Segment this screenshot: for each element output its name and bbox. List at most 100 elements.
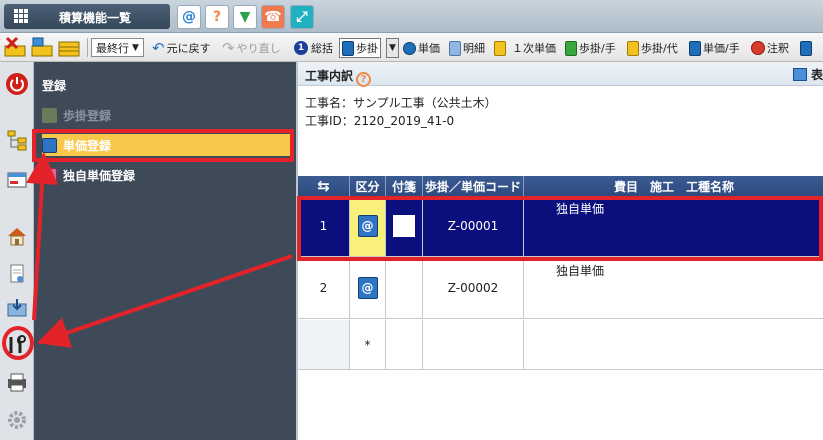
move-column-header[interactable]: ⇆ <box>298 176 350 196</box>
power-icon[interactable] <box>5 72 29 96</box>
item-name: 独自単価 <box>556 264 605 278</box>
summary-button[interactable]: 1 総括 <box>294 38 333 58</box>
bukake-te-icon <box>565 40 577 56</box>
delete-row-icon[interactable] <box>3 36 27 58</box>
table-row-new[interactable]: * <box>298 320 823 370</box>
fusen-column-header: 付箋 <box>386 176 423 196</box>
meisai-label: 明細 <box>463 42 485 55</box>
support-icon[interactable]: ☎ <box>261 5 285 29</box>
kubun-cell: @ <box>350 258 386 318</box>
book-icon <box>342 40 354 56</box>
redo-label: やり直し <box>236 42 281 55</box>
help-icon[interactable]: ? <box>356 72 372 87</box>
highlight-tool-icon <box>2 326 34 360</box>
row-number: 2 <box>298 258 350 318</box>
resize-icon[interactable]: ⤢ <box>290 5 314 29</box>
bukake-label: 歩掛 <box>356 42 378 55</box>
table-view-icon <box>792 68 807 81</box>
at-icon[interactable]: @ <box>177 5 201 29</box>
main-header: 工事内訳? 表 <box>298 62 823 87</box>
highlight-selected-row <box>297 196 823 261</box>
code-cell: Z-00002 <box>423 258 524 318</box>
ichiji-tanka-icon <box>494 40 506 56</box>
folder-download-icon[interactable] <box>5 296 29 320</box>
nav-panel: 登録 歩掛登録 単価登録 独自単価登録 <box>34 62 296 440</box>
bukake-register-icon <box>42 107 57 123</box>
more-tool-icon <box>800 40 812 56</box>
chevron-down-icon: ▼ <box>132 42 139 53</box>
document-icon[interactable] <box>5 262 29 286</box>
code-column-header: 歩掛／単価コード <box>423 176 524 196</box>
table-row[interactable]: 2 @ Z-00002 独自単価 <box>298 258 823 319</box>
tree-icon[interactable] <box>5 128 29 152</box>
tanka-label: 単価 <box>418 42 440 55</box>
new-row-marker: * <box>350 320 386 369</box>
nav-title: 登録 <box>42 79 67 93</box>
tanka-te-icon <box>689 40 701 56</box>
name-cell <box>524 320 823 369</box>
tanka-icon: @ <box>357 277 378 299</box>
name-column-header: 費目 施工 工種名称 <box>524 176 823 196</box>
function-menu-label: 積算機能一覧 <box>59 11 132 25</box>
meisai-button[interactable]: 明細 <box>449 38 485 58</box>
last-row-select-value: 最終行 <box>96 41 129 55</box>
undo-icon: ↶ <box>152 39 165 57</box>
bukake-te-label: 歩掛/手 <box>579 42 616 55</box>
grid-icon <box>14 9 28 23</box>
name-cell: 独自単価 <box>524 258 823 318</box>
toolbar: 最終行 ▼ ↶ 元に戻す ↷ やり直し 1 総括 歩掛 ▼ 単価 明細 １次単価… <box>0 33 823 62</box>
bukake-te-button[interactable]: 歩掛/手 <box>565 38 616 58</box>
undo-button[interactable]: ↶ 元に戻す <box>152 38 211 58</box>
print-icon[interactable] <box>5 370 29 394</box>
last-row-select[interactable]: 最終行 ▼ <box>91 38 144 57</box>
tanka-te-button[interactable]: 単価/手 <box>689 38 740 58</box>
tanka-icon <box>403 41 416 55</box>
window-icon[interactable] <box>5 168 29 192</box>
more-tool-button[interactable] <box>800 38 814 58</box>
toolbar-separator <box>87 38 88 57</box>
nav-item-bukake-register[interactable]: 歩掛登録 <box>42 104 290 126</box>
table-view-button[interactable]: 表 <box>792 66 823 83</box>
title-bar: 積算機能一覧 @ ? ▼ ☎ ⤢ <box>0 0 823 33</box>
meisai-icon <box>449 40 461 56</box>
icon-rail <box>0 62 34 440</box>
help-icon[interactable]: ? <box>205 5 229 29</box>
redo-icon: ↷ <box>222 39 235 57</box>
nav-item-label: 独自単価登録 <box>63 168 136 183</box>
gear-icon[interactable] <box>5 408 29 432</box>
code-cell <box>423 320 524 369</box>
summary-label: 総括 <box>311 42 333 55</box>
page-title-text: 工事内訳 <box>305 69 354 83</box>
highlight-tanka-register <box>32 129 294 162</box>
chuki-button[interactable]: 注釈 <box>751 38 789 58</box>
chuki-label: 注釈 <box>767 42 789 55</box>
tanka-button[interactable]: 単価 <box>403 38 440 58</box>
original-tanka-register-icon <box>42 167 57 183</box>
project-id: 工事ID：2120_2019_41-0 <box>305 114 455 128</box>
home-icon[interactable] <box>5 224 29 248</box>
fusen-cell[interactable] <box>386 258 423 318</box>
redo-button[interactable]: ↷ やり直し <box>222 38 281 58</box>
page-title: 工事内訳? <box>305 67 372 87</box>
row-number <box>298 320 350 369</box>
bukake-dai-label: 歩掛/代 <box>641 42 678 55</box>
summary-badge-icon: 1 <box>294 41 308 55</box>
ichiji-tanka-label: １次単価 <box>512 42 556 55</box>
bukake-select[interactable]: 歩掛 <box>339 38 381 58</box>
project-name: 工事名：サンプル工事（公共土木） <box>305 96 497 110</box>
ichiji-tanka-button[interactable]: １次単価 <box>494 38 556 58</box>
fusen-cell[interactable] <box>386 320 423 369</box>
nav-item-label: 歩掛登録 <box>63 108 112 123</box>
table-view-label: 表 <box>810 68 823 82</box>
beginner-icon[interactable]: ▼ <box>233 5 257 29</box>
chuki-icon <box>751 41 765 55</box>
copy-row-icon[interactable] <box>57 36 81 58</box>
bukake-dai-icon <box>627 40 639 56</box>
insert-row-icon[interactable] <box>30 36 54 58</box>
bukake-dropdown-chevron-icon[interactable]: ▼ <box>386 38 399 58</box>
project-info: 工事名：サンプル工事（公共土木） 工事ID：2120_2019_41-0 <box>305 94 497 130</box>
nav-item-original-tanka-register[interactable]: 独自単価登録 <box>42 164 290 186</box>
kubun-column-header: 区分 <box>350 176 386 196</box>
function-menu-button[interactable]: 積算機能一覧 <box>4 4 170 29</box>
bukake-dai-button[interactable]: 歩掛/代 <box>627 38 678 58</box>
